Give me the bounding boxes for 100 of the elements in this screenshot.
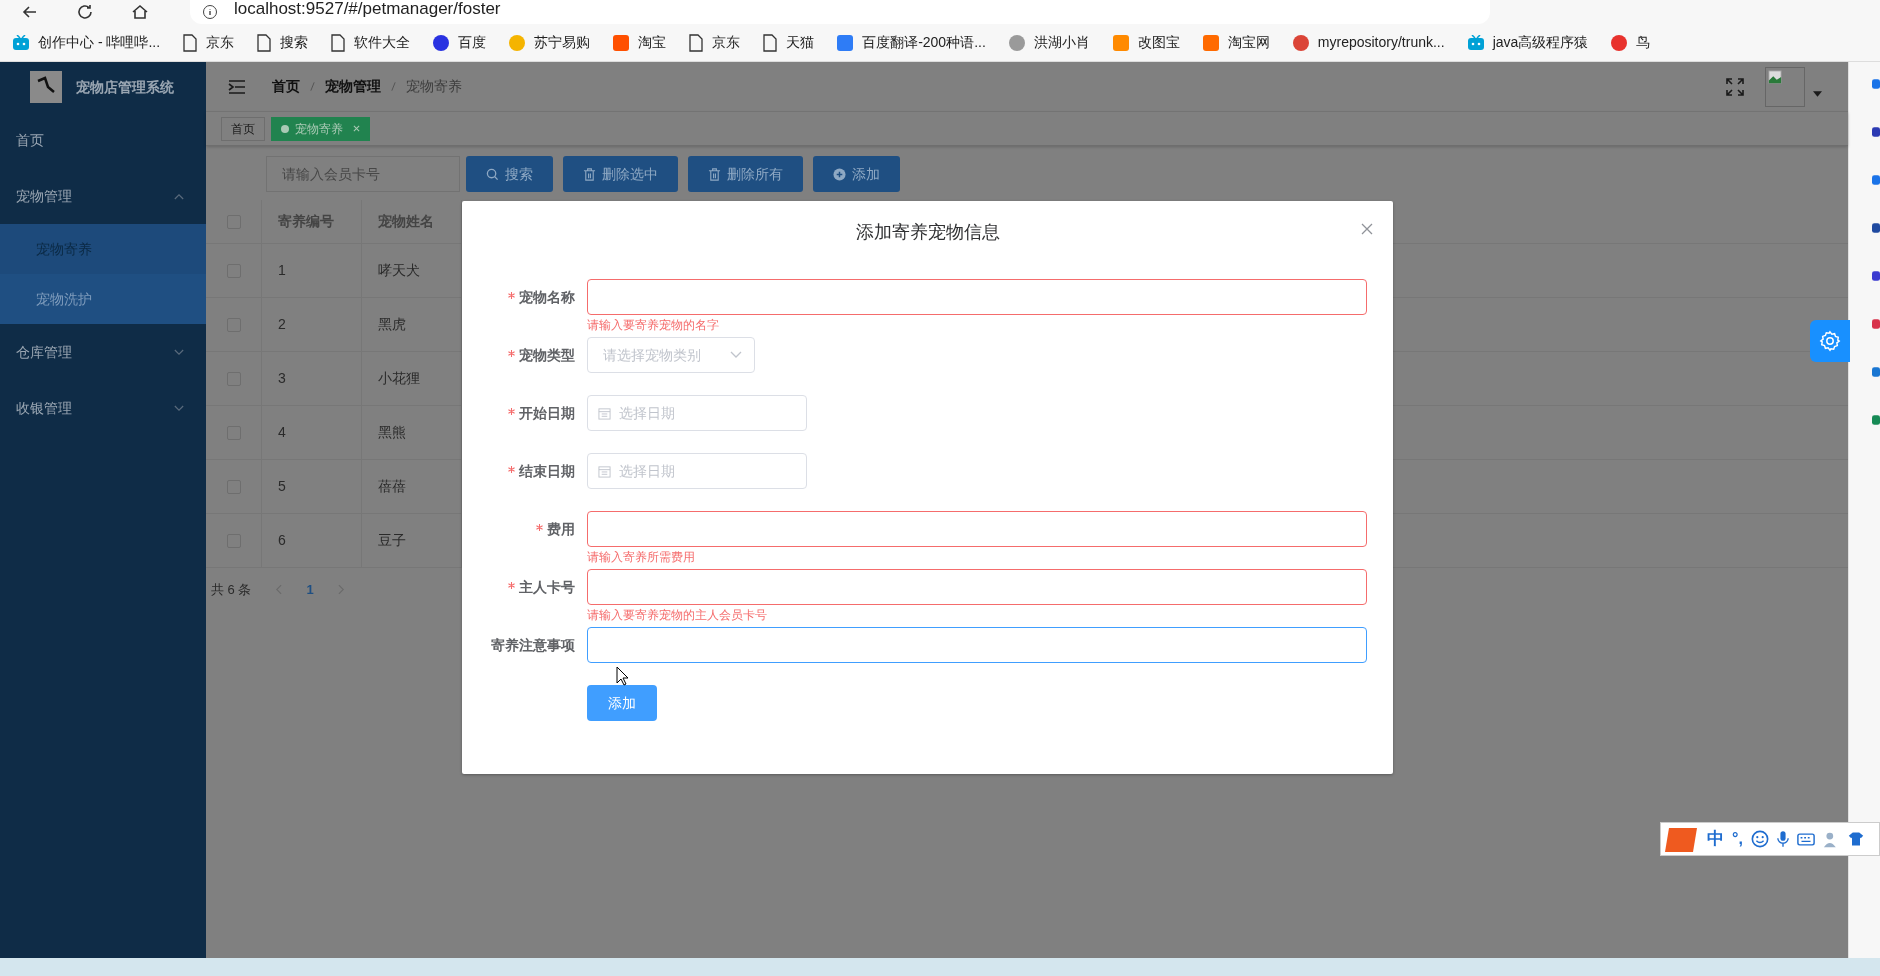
total-count: 共 6 条 xyxy=(211,581,252,599)
menu-item[interactable]: 收银管理 xyxy=(0,380,206,436)
settings-icon xyxy=(1819,330,1841,352)
app-icon[interactable] xyxy=(1872,174,1880,186)
bookmark-link[interactable]: 改图宝 xyxy=(1137,32,1180,53)
bookmark-link[interactable]: 淘宝网 xyxy=(1227,32,1270,53)
bookmark-link[interactable]: 搜索 xyxy=(280,32,309,53)
bookmark-link[interactable]: 百度翻译-200种语... xyxy=(862,32,986,53)
emoji-icon[interactable] xyxy=(1750,830,1769,848)
table-cell-text: 哮天犬 xyxy=(378,261,420,280)
input-field[interactable] xyxy=(587,627,1367,663)
keyboard-icon[interactable] xyxy=(1796,832,1815,846)
punctuation-toggle[interactable]: °, xyxy=(1732,827,1743,851)
breadcrumb-separator-icon xyxy=(391,81,396,92)
dot-icon xyxy=(281,124,289,133)
trash-icon xyxy=(708,167,721,181)
table-cell-text: 1 xyxy=(278,261,286,280)
error-message: 请输入寄养所需费用 xyxy=(587,549,695,566)
dialog-title: 添加寄养宠物信息 xyxy=(855,220,1000,244)
field-label: 宠物类型 xyxy=(519,345,575,365)
settings-button[interactable] xyxy=(1810,320,1850,362)
ime-mode-toggle[interactable]: 中 xyxy=(1707,826,1724,852)
broken-image-icon xyxy=(1768,69,1782,84)
bookmark-link[interactable]: 百度 xyxy=(458,32,487,53)
menu-icon[interactable] xyxy=(228,79,246,94)
menu-item[interactable]: 仓库管理 xyxy=(0,324,206,380)
table-cell-text: 黑虎 xyxy=(378,315,406,334)
column-header: 寄养编号 xyxy=(278,212,334,231)
toolbar-button[interactable]: 删除选中 xyxy=(563,156,678,192)
breadcrumb-item[interactable]: 宠物管理 xyxy=(325,76,381,97)
field-label: 寄养注意事项 xyxy=(491,635,575,655)
toolbar-button[interactable]: 删除所有 xyxy=(688,156,803,192)
bookmark-link[interactable]: 软件大全 xyxy=(354,32,411,53)
shirt-icon[interactable] xyxy=(1847,831,1864,847)
close-icon[interactable] xyxy=(1361,223,1373,235)
bookmark-link[interactable]: 淘宝 xyxy=(638,32,667,53)
microphone-icon[interactable] xyxy=(1776,830,1789,848)
table-cell-text: 黑熊 xyxy=(378,423,406,442)
page-icon xyxy=(182,33,199,52)
page-icon xyxy=(256,33,273,52)
table-cell-text: 2 xyxy=(278,315,286,334)
app-icon[interactable] xyxy=(1872,222,1880,234)
avatar-image[interactable] xyxy=(1765,66,1805,107)
home-icon[interactable] xyxy=(130,2,150,22)
info-icon[interactable] xyxy=(202,4,218,20)
logo-icon xyxy=(30,71,62,103)
refresh-icon[interactable] xyxy=(75,2,95,22)
caret-icon[interactable] xyxy=(1813,90,1822,97)
bookmark-link[interactable]: 天猫 xyxy=(786,32,815,53)
app-icon[interactable] xyxy=(1872,270,1880,282)
bookmark-link[interactable]: 鸟 xyxy=(1636,32,1651,53)
table-cell-text: 蓓蓓 xyxy=(378,477,406,496)
breadcrumb-separator-icon xyxy=(310,81,315,92)
input-field[interactable] xyxy=(587,279,1367,315)
bookmark-link[interactable]: 洪湖小肖 xyxy=(1033,32,1090,53)
app-icon[interactable] xyxy=(1872,78,1880,90)
breadcrumb-item[interactable]: 首页 xyxy=(272,76,300,97)
bookmark-link[interactable]: 苏宁易购 xyxy=(534,32,591,53)
field-label: 费用 xyxy=(547,519,575,539)
app-title: 宠物店管理系统 xyxy=(76,77,174,97)
bookmark-link[interactable]: 京东 xyxy=(206,32,235,53)
error-message: 请输入要寄养宠物的名字 xyxy=(587,317,719,334)
page-icon xyxy=(688,33,705,52)
page-icon xyxy=(762,33,779,52)
field-label: 宠物名称 xyxy=(519,287,575,307)
bookmark-link[interactable]: java高级程序猿 xyxy=(1492,32,1589,53)
bookmark-link[interactable]: 创作中心 - 哔哩哔... xyxy=(38,32,161,53)
mouse-cursor-icon xyxy=(616,666,630,686)
chevron-down-icon xyxy=(174,348,184,356)
address-bar[interactable]: localhost:9527/#/petmanager/foster xyxy=(190,0,1490,24)
search-icon xyxy=(486,167,499,181)
close-icon[interactable] xyxy=(353,125,360,132)
app-icon[interactable] xyxy=(1872,366,1880,378)
plus-icon xyxy=(833,167,846,181)
breadcrumb-item: 宠物寄养 xyxy=(406,77,462,96)
table-cell-text: 4 xyxy=(278,423,286,442)
app-icon[interactable] xyxy=(1872,126,1880,138)
field-label: 结束日期 xyxy=(519,461,575,481)
chevron-down-icon xyxy=(174,404,184,412)
bookmark-link[interactable]: myrepository/trunk... xyxy=(1317,32,1445,53)
page-icon xyxy=(330,33,347,52)
input-field[interactable] xyxy=(587,569,1367,605)
app-icon[interactable] xyxy=(1872,414,1880,426)
chevron-down-icon xyxy=(730,351,742,359)
table-cell-text: 小花狸 xyxy=(378,369,420,388)
input-field[interactable] xyxy=(587,511,1367,547)
table-cell-text: 3 xyxy=(278,369,286,388)
toolbar-button[interactable]: 搜索 xyxy=(466,156,553,192)
fullscreen-icon[interactable] xyxy=(1725,76,1745,97)
table-cell-text: 6 xyxy=(278,531,286,550)
calendar-icon xyxy=(598,464,611,478)
page-tab[interactable]: 首页 xyxy=(221,116,265,141)
trash-icon xyxy=(583,167,596,181)
menu-item[interactable]: 首页 xyxy=(0,112,206,168)
menu-item[interactable]: 宠物管理 xyxy=(0,168,206,224)
submenu-item[interactable]: 宠物洗护 xyxy=(0,274,206,324)
column-header: 宠物姓名 xyxy=(378,212,434,231)
app-icon[interactable] xyxy=(1872,318,1880,330)
bookmark-link[interactable]: 京东 xyxy=(712,32,741,53)
toolbar-button[interactable]: 添加 xyxy=(813,156,900,192)
